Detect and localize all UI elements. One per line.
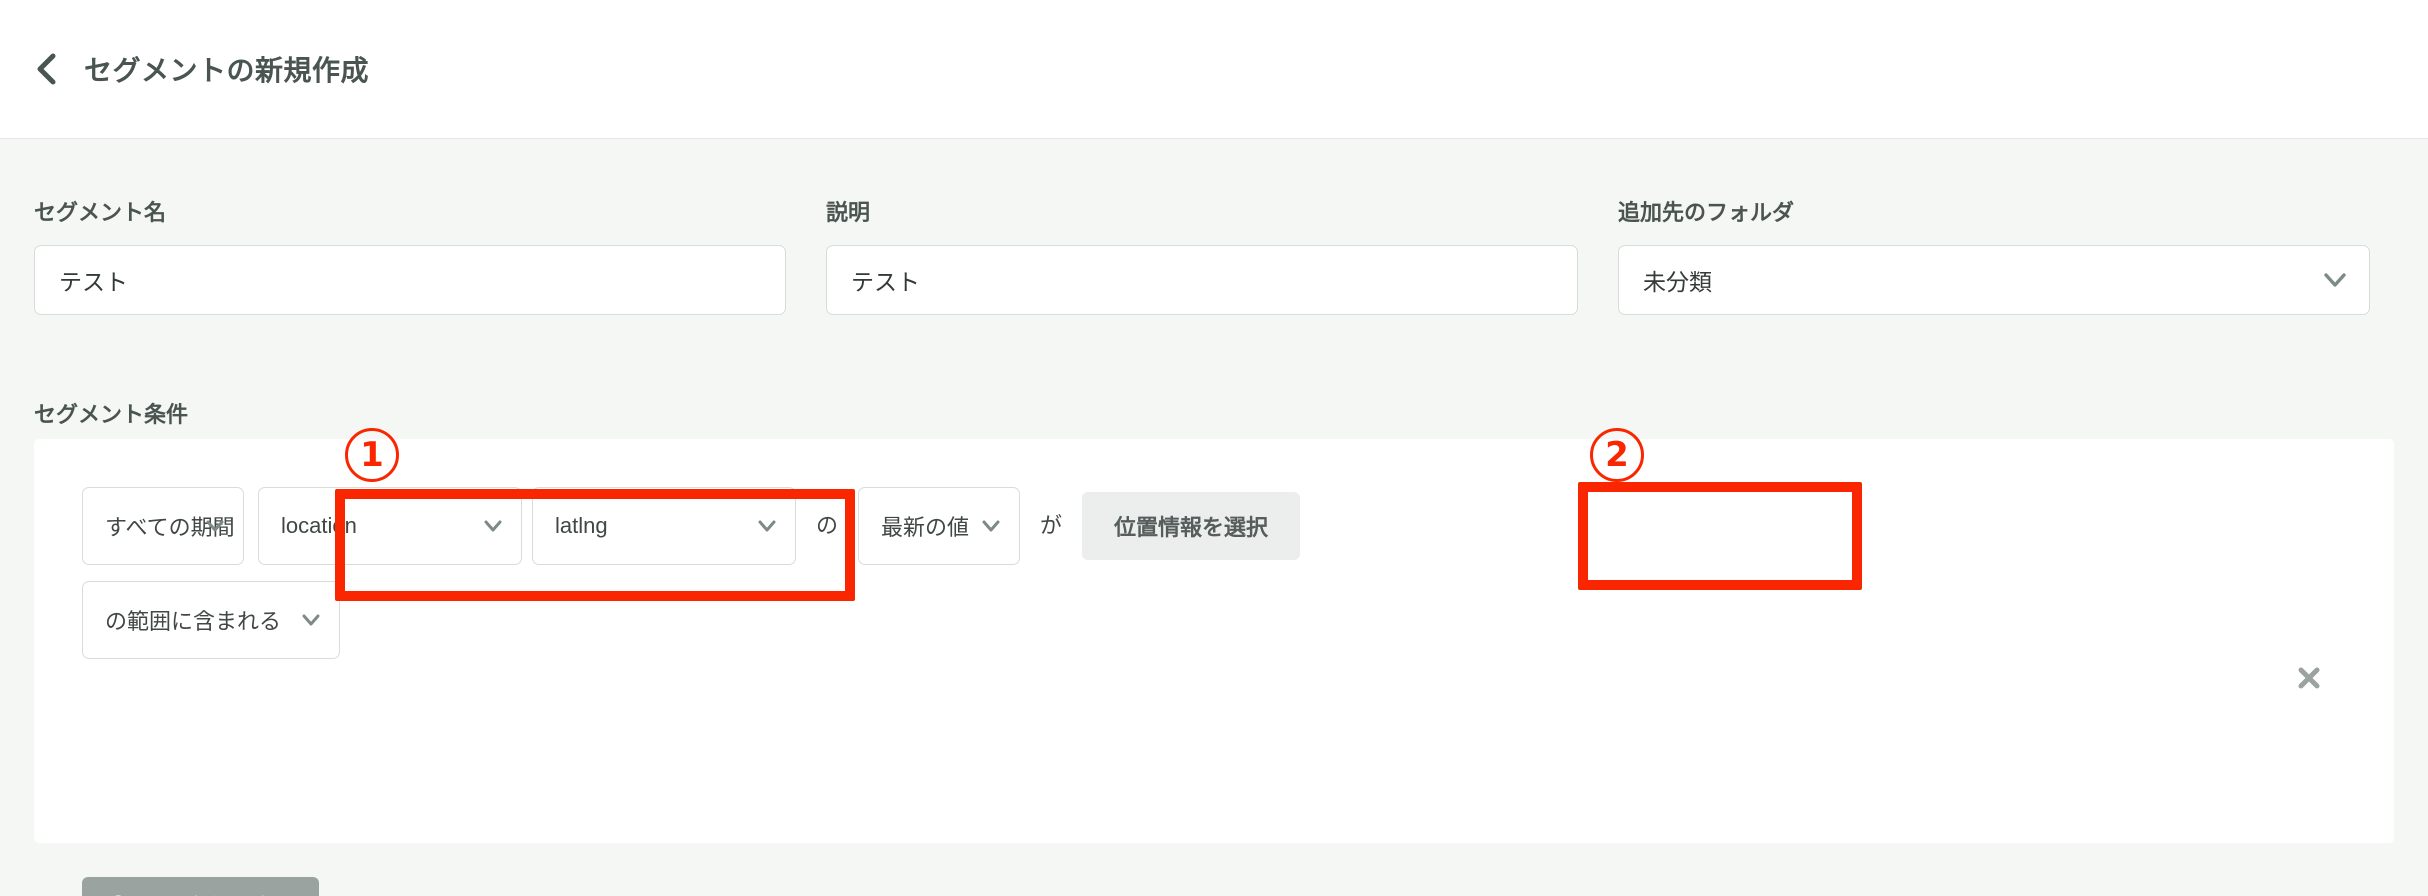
conjunction-no: の	[816, 513, 839, 538]
aggregation-select[interactable]: 最新の値	[858, 487, 1021, 565]
condition-row-primary: すべての期間 location latlng の 最新の値 が 位置情報を選択	[82, 487, 1301, 565]
condition-card: すべての期間 location latlng の 最新の値 が 位置情報を選択 …	[34, 439, 2394, 843]
field-select[interactable]: latlng	[532, 487, 796, 565]
remove-condition-close-icon[interactable]	[2292, 661, 2326, 695]
form-field-row: セグメント名 説明 追加先のフォルダ 未分類	[0, 139, 2428, 315]
segment-name-label: セグメント名	[34, 200, 167, 225]
content-area: セグメント名 説明 追加先のフォルダ 未分類 セグメン	[0, 138, 2428, 896]
aggregation-select-value: 最新の値	[881, 515, 970, 540]
add-and-condition-label: AND条件を追加	[142, 891, 293, 896]
page-title: セグメントの新規作成	[84, 55, 370, 86]
field-select-value: latlng	[555, 513, 608, 538]
folder-label: 追加先のフォルダ	[1618, 200, 1795, 225]
add-and-condition-button[interactable]: ✚ AND条件を追加	[82, 877, 319, 896]
segment-condition-label: セグメント条件	[34, 402, 189, 427]
segment-name-input[interactable]	[34, 245, 786, 315]
chevron-down-icon	[483, 519, 503, 533]
back-chevron-icon[interactable]	[30, 52, 64, 86]
folder-select[interactable]: 未分類	[1618, 245, 2370, 315]
folder-select-value: 未分類	[1643, 269, 1712, 295]
description-input[interactable]	[826, 245, 1578, 315]
segment-create-page: セグメントの新規作成 セグメント名 説明 追加先のフォルダ 未分類	[0, 0, 2428, 896]
segment-name-field-group: セグメント名	[34, 195, 786, 315]
description-field-group: 説明	[826, 195, 1578, 315]
period-select[interactable]: すべての期間	[82, 487, 244, 565]
attribute-select[interactable]: location	[258, 487, 522, 565]
condition-row-operator: の範囲に含まれる	[82, 581, 340, 659]
operator-select[interactable]: の範囲に含まれる	[82, 581, 340, 659]
pick-location-button[interactable]: 位置情報を選択	[1082, 492, 1301, 560]
chevron-down-icon	[2323, 272, 2347, 288]
folder-field-group: 追加先のフォルダ 未分類	[1618, 195, 2370, 315]
conjunction-ga: が	[1040, 513, 1063, 538]
operator-select-value: の範囲に含まれる	[105, 609, 282, 634]
chevron-down-icon	[205, 519, 225, 533]
page-header: セグメントの新規作成	[0, 0, 2428, 138]
chevron-down-icon	[301, 613, 321, 627]
chevron-down-icon	[757, 519, 777, 533]
chevron-down-icon	[981, 519, 1001, 533]
attribute-select-value: location	[281, 513, 357, 538]
description-label: 説明	[826, 200, 871, 225]
